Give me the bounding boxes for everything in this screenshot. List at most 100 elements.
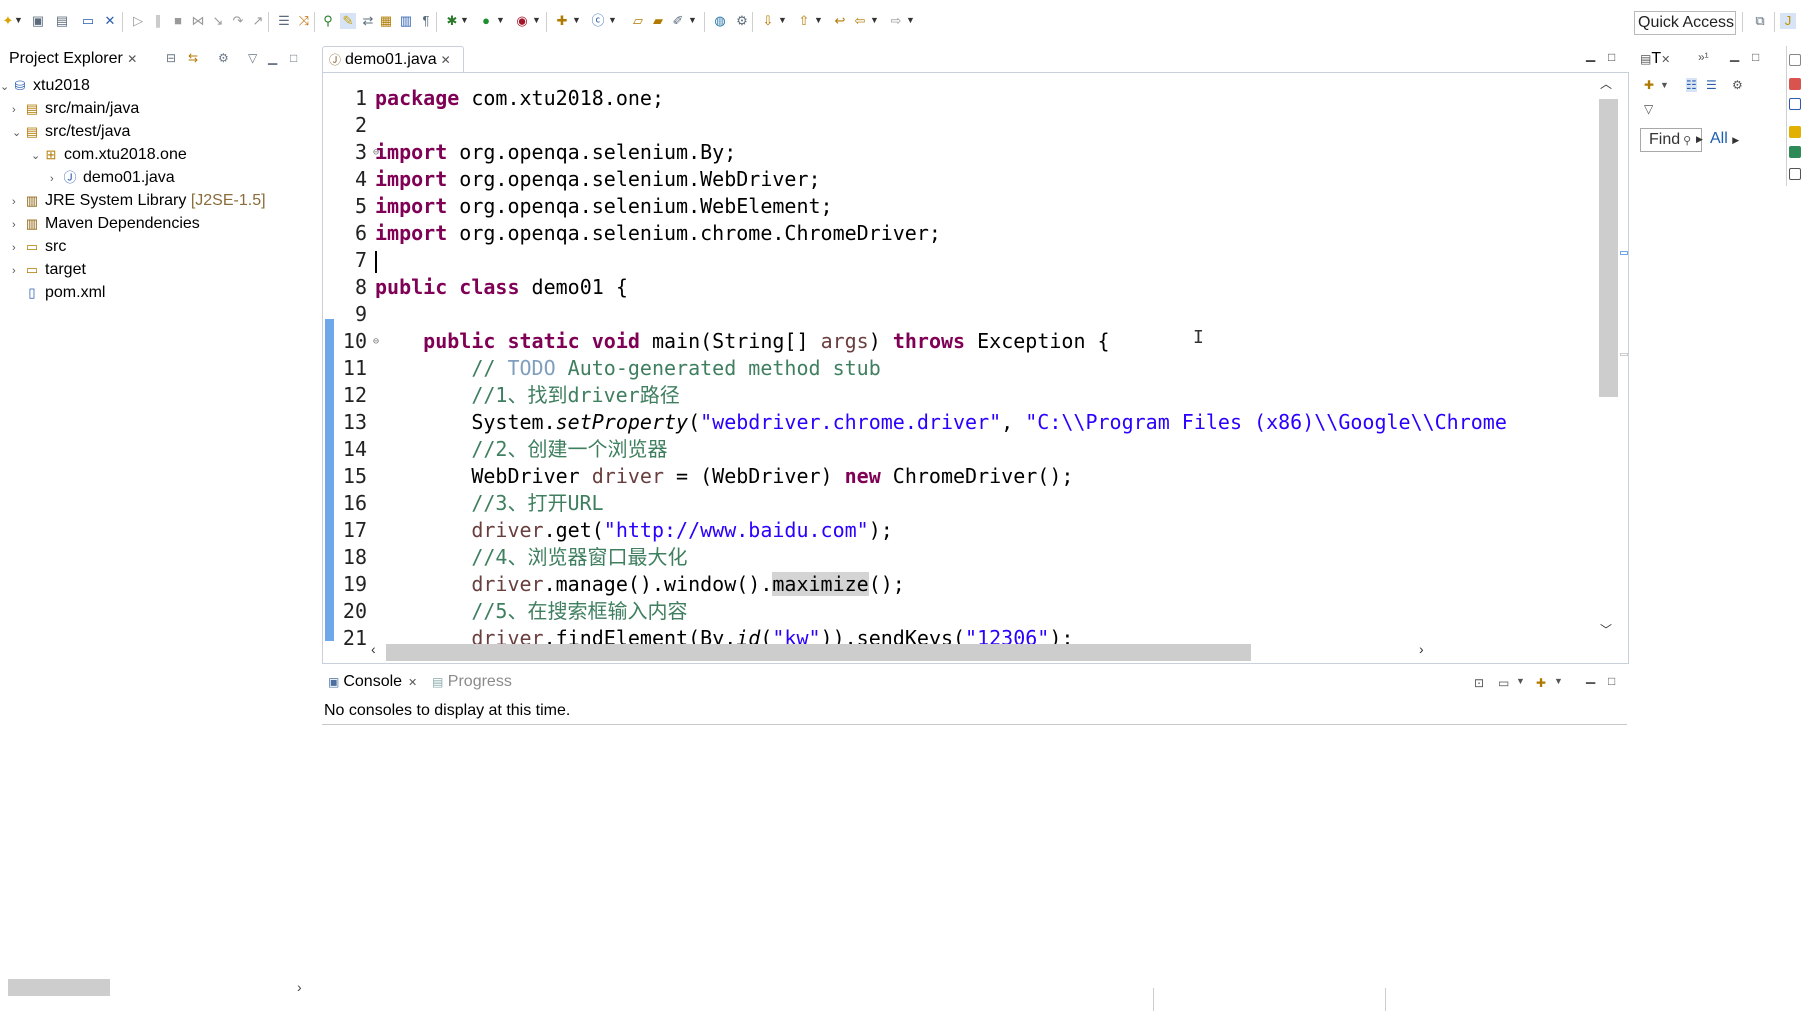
search-dropdown-arrow[interactable]: ▼ [688, 14, 697, 26]
overview-marker[interactable] [1620, 353, 1628, 356]
resume-icon[interactable]: ▷ [130, 13, 146, 29]
debug-dropdown-arrow[interactable]: ▼ [460, 14, 469, 26]
new-task-dropdown-arrow[interactable]: ▼ [1660, 80, 1669, 90]
tab-task-list[interactable]: ▤T✕ [1640, 50, 1670, 68]
code-editor[interactable]: 1 2 3 ⊖ 4 5 6 7 8 9 10 ⊖ 11 12 13 14 15 16… [322, 72, 1629, 664]
paragraph-icon[interactable]: ¶ [418, 13, 434, 29]
tab-progress[interactable]: ▤ Progress [432, 668, 512, 696]
tree-item-project[interactable]: ⌄ ⛁ xtu2018 [0, 75, 90, 97]
scroll-right-icon[interactable]: › [297, 979, 302, 995]
minimize-icon[interactable]: ▁ [1586, 48, 1595, 62]
toggle-block-selection-icon[interactable]: ⇄ [360, 13, 376, 29]
view-menu-icon[interactable]: ▽ [1644, 102, 1653, 116]
javadoc-icon[interactable] [1789, 146, 1801, 158]
debug-perspective-icon[interactable]: ⚙ [734, 13, 750, 29]
scroll-right-icon[interactable]: › [1419, 641, 1424, 657]
tree-item-src-test-java[interactable]: ⌄ ▤ src/test/java [12, 121, 130, 143]
new-dropdown-arrow[interactable]: ▼ [14, 14, 23, 26]
maximize-icon[interactable]: □ [1752, 50, 1759, 64]
scheduled-icon[interactable]: ☰ [1706, 78, 1717, 92]
word-wrap-icon[interactable]: ▦ [378, 13, 394, 29]
suspend-icon[interactable]: ∥ [150, 13, 166, 29]
new-java-project-icon[interactable]: ✚ [554, 13, 570, 29]
show-whitespace-icon[interactable]: ▥ [398, 13, 414, 29]
view-menu-icon[interactable]: ▽ [248, 51, 257, 65]
debug-icon[interactable]: ✱ [444, 13, 460, 29]
collapse-arrow-icon[interactable]: ⌄ [0, 76, 12, 98]
horizontal-scrollbar[interactable]: ‹ › [371, 639, 1597, 663]
vertical-scrollbar[interactable]: ︿ ﹀ [1596, 73, 1618, 639]
tree-item-src[interactable]: › ▭ src [12, 236, 66, 258]
open-type-icon[interactable]: ⚲ [320, 13, 336, 29]
tree-item-target[interactable]: › ▭ target [12, 259, 86, 281]
terminate-icon[interactable]: ■ [170, 13, 186, 29]
expand-arrow-icon[interactable]: › [50, 168, 62, 190]
terminal-icon[interactable]: ▭ [80, 13, 96, 29]
tree-item-maven-dependencies[interactable]: › ▥ Maven Dependencies [12, 213, 200, 235]
last-edit-location-icon[interactable]: ↩ [832, 13, 848, 29]
minimize-icon[interactable]: ▁ [1586, 670, 1595, 684]
categorized-icon[interactable]: ☷ [1686, 78, 1697, 92]
run-dropdown-arrow[interactable]: ▼ [496, 14, 505, 26]
toggle-mark-occurrences-icon[interactable]: ✎ [340, 13, 356, 29]
overview-ruler[interactable] [1618, 73, 1628, 639]
display-console-dropdown-arrow[interactable]: ▼ [1516, 676, 1525, 686]
skip-breakpoints-icon[interactable]: ✕ [102, 13, 118, 29]
open-console-dropdown-arrow[interactable]: ▼ [1554, 676, 1563, 686]
search-tool-icon[interactable]: ✐ [670, 13, 686, 29]
run-icon[interactable]: ● [478, 13, 494, 29]
expand-arrow-icon[interactable]: › [12, 214, 24, 236]
collapse-arrow-icon[interactable]: ⌄ [12, 122, 24, 144]
tree-item-pom-xml[interactable]: ▯ pom.xml [12, 282, 105, 304]
code-text-area[interactable]: package com.xtu2018.one; import org.open… [375, 85, 1595, 652]
tab-console[interactable]: ▣ Console ✕ [322, 668, 417, 696]
more-views-icon[interactable]: »¹ [1698, 50, 1709, 64]
focus-icon[interactable]: ⚙ [1732, 78, 1743, 92]
vertical-scrollbar-thumb[interactable] [1599, 99, 1618, 397]
explorer-scrollbar-thumb[interactable] [8, 979, 110, 996]
project-explorer-title[interactable]: Project Explorer ✕ [9, 50, 137, 68]
restore-icon[interactable] [1789, 54, 1801, 66]
tree-item-demo01-java[interactable]: › Ⓙdemo01.java [50, 167, 175, 189]
close-icon[interactable]: ✕ [1661, 54, 1670, 66]
new-task-icon[interactable]: ✚ [1644, 78, 1654, 92]
close-icon[interactable]: ✕ [408, 677, 417, 689]
quick-access-input[interactable]: Quick Access [1634, 11, 1736, 35]
new-class-icon[interactable]: ⓒ [590, 13, 606, 29]
horizontal-scrollbar-thumb[interactable] [386, 644, 1251, 661]
coverage-icon[interactable]: ◉ [514, 13, 530, 29]
previous-annotation-dropdown-arrow[interactable]: ▼ [814, 14, 823, 26]
collapse-arrow-icon[interactable]: ⌄ [31, 145, 43, 167]
filters-icon[interactable]: ⚙ [218, 51, 229, 65]
tasks-icon[interactable] [1789, 126, 1801, 138]
close-icon[interactable]: ✕ [127, 52, 137, 66]
expand-arrow-icon[interactable]: › [12, 99, 24, 121]
open-project-icon[interactable]: ▱ [630, 13, 646, 29]
all-link[interactable]: All ▶ [1710, 130, 1739, 148]
next-annotation-dropdown-arrow[interactable]: ▼ [778, 14, 787, 26]
tab-demo01-java[interactable]: Ⓙdemo01.java ✕ [322, 46, 464, 74]
save-all-icon[interactable]: ▤ [54, 13, 70, 29]
minimize-icon[interactable]: ▁ [268, 51, 277, 65]
globe-icon[interactable]: ◍ [712, 13, 728, 29]
step-return-icon[interactable]: ↗ [250, 13, 266, 29]
find-input[interactable]: Find ⚲ [1640, 128, 1702, 152]
back-icon[interactable]: ⇦ [852, 13, 868, 29]
expand-arrow-icon[interactable]: › [12, 260, 24, 282]
display-console-icon[interactable]: ▭ [1498, 676, 1509, 690]
java-perspective-icon[interactable]: J [1780, 13, 1796, 29]
overview-marker[interactable] [1620, 251, 1628, 255]
expand-arrow-icon[interactable]: › [12, 237, 24, 259]
pin-console-icon[interactable]: ⊡ [1474, 676, 1484, 690]
forward-dropdown-arrow[interactable]: ▼ [906, 14, 915, 26]
use-step-filters-icon[interactable]: ⤨ [296, 13, 312, 29]
scroll-left-icon[interactable]: ‹ [371, 641, 376, 657]
disconnect-icon[interactable]: ⋈ [190, 13, 206, 29]
open-folder-icon[interactable]: ▰ [650, 13, 666, 29]
maximize-icon[interactable]: □ [290, 51, 297, 65]
step-into-icon[interactable]: ↘ [210, 13, 226, 29]
close-icon[interactable]: ✕ [441, 53, 451, 67]
open-perspective-icon[interactable]: ⧉ [1752, 13, 1768, 29]
maximize-icon[interactable]: □ [1608, 674, 1615, 688]
back-dropdown-arrow[interactable]: ▼ [870, 14, 879, 26]
